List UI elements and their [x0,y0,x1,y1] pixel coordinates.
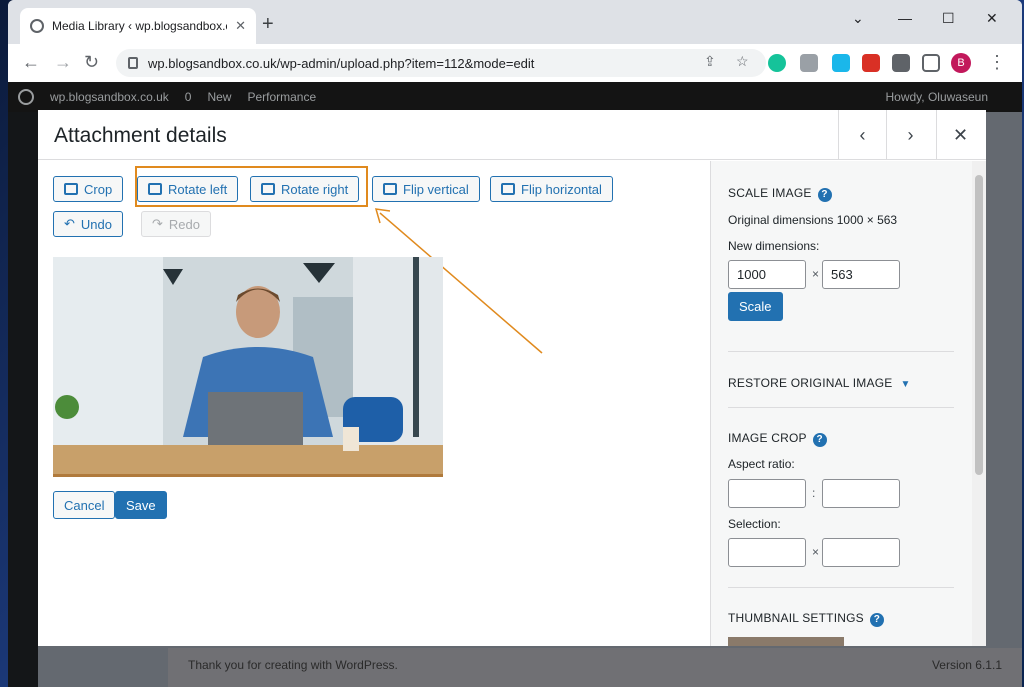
reload-icon[interactable]: ↻ [84,52,99,73]
help-icon[interactable]: ? [869,613,884,627]
office-photo [53,257,443,474]
close-button[interactable]: ✕ [936,110,984,160]
chevron-right-icon: › [907,124,914,145]
scrollbar[interactable] [972,161,986,646]
chevron-left-icon: ‹ [859,124,866,145]
admin-footer: Thank you for creating with WordPress. V… [168,648,1022,687]
thumbnail-preview [728,637,844,646]
divider [728,351,954,352]
globe-icon [30,19,44,33]
maximize-icon[interactable]: ☐ [942,10,955,27]
wp-admin-page: wp.blogsandbox.co.uk 0 New Performance H… [8,82,1022,687]
browser-tab[interactable]: Media Library ‹ wp.blogsandbox.co.uk ✕ [20,8,256,44]
divider [728,587,954,588]
save-label: Save [126,497,156,513]
selection-separator: × [812,545,820,559]
admin-bar-comments[interactable]: 0 [185,90,192,104]
vimeo-extension-icon[interactable] [832,54,850,72]
wordpress-logo-icon[interactable] [18,89,34,105]
restore-original-title: RESTORE ORIGINAL IMAGE [728,376,893,390]
forward-icon[interactable]: → [54,52,72,73]
aspect-separator: : [812,486,816,500]
puzzle-icon[interactable] [892,54,910,72]
modal-title: Attachment details [54,124,227,147]
back-icon[interactable]: ← [22,52,40,73]
admin-bar-new[interactable]: New [207,90,231,104]
divider [728,407,954,408]
minimize-icon[interactable]: — [898,10,912,26]
shield-extension-icon[interactable] [800,54,818,72]
url-text: wp.blogsandbox.co.uk/wp-admin/upload.php… [148,55,535,71]
share-icon[interactable]: ⇪ [704,53,716,70]
browser-window: Media Library ‹ wp.blogsandbox.co.uk ✕ +… [8,0,1022,687]
image-editor: Crop Rotate left Rotate right Flip verti… [38,161,710,646]
original-dimensions: Original dimensions 1000 × 563 [728,213,898,227]
side-panel-icon[interactable] [922,54,940,72]
lock-icon [128,57,138,69]
selection-width-input[interactable] [728,538,806,567]
thumbnail-settings-heading: THUMBNAIL SETTINGS? [728,611,884,627]
tab-title: Media Library ‹ wp.blogsandbox.co.uk [52,19,227,33]
scale-height-input[interactable]: 563 [822,260,900,289]
new-dimensions-label: New dimensions: [728,239,820,253]
image-settings-panel: SCALE IMAGE? Original dimensions 1000 × … [710,161,986,646]
admin-bar-howdy[interactable]: Howdy, Oluwaseun [886,90,989,104]
close-icon: ✕ [952,124,969,145]
scale-image-heading: SCALE IMAGE? [728,186,832,202]
save-button[interactable]: Save [115,491,167,519]
aspect-ratio-width-input[interactable] [728,479,806,508]
admin-sidebar [8,112,38,687]
scale-button[interactable]: Scale [728,292,783,321]
scale-width-input[interactable]: 1000 [728,260,806,289]
tab-search-icon[interactable]: ⌄ [852,10,864,27]
menu-kebab-icon[interactable]: ⋮ [988,52,1006,73]
browser-toolbar: ← → ↻ wp.blogsandbox.co.uk/wp-admin/uplo… [8,44,1022,82]
footer-text: Thank you for creating with WordPress. [188,658,398,672]
restore-original-toggle[interactable]: RESTORE ORIGINAL IMAGE ▼ [728,376,911,390]
next-button[interactable]: › [886,110,934,160]
scale-image-title: SCALE IMAGE [728,186,812,200]
extension-icon[interactable] [862,54,880,72]
modal-header: Attachment details ‹ › ✕ [38,110,986,160]
image-crop-heading: IMAGE CROP? [728,431,827,447]
scrollbar-thumb[interactable] [975,175,983,475]
new-tab-icon[interactable]: + [262,14,274,34]
help-icon[interactable]: ? [817,188,832,202]
tab-strip: Media Library ‹ wp.blogsandbox.co.uk ✕ +… [8,0,1022,44]
window-close-icon[interactable]: ✕ [986,10,998,27]
image-crop-title: IMAGE CROP [728,431,807,445]
scale-separator: × [812,267,820,281]
caret-down-icon: ▼ [900,379,911,390]
scale-label: Scale [739,299,772,314]
attachment-modal: Attachment details ‹ › ✕ Crop Rotate lef… [38,110,986,646]
grammarly-icon[interactable] [768,54,786,72]
help-icon[interactable]: ? [812,433,827,447]
tab-close-icon[interactable]: ✕ [235,18,246,34]
address-bar[interactable]: wp.blogsandbox.co.uk/wp-admin/upload.php… [116,49,766,77]
thumbnail-settings-title: THUMBNAIL SETTINGS [728,611,864,625]
admin-bar: wp.blogsandbox.co.uk 0 New Performance H… [8,82,1022,112]
bookmark-star-icon[interactable]: ☆ [736,53,749,70]
cancel-label: Cancel [64,497,105,513]
selection-height-input[interactable] [822,538,900,567]
admin-bar-site[interactable]: wp.blogsandbox.co.uk [50,90,169,104]
selection-label: Selection: [728,517,781,531]
aspect-ratio-label: Aspect ratio: [728,457,795,471]
previous-button[interactable]: ‹ [838,110,886,160]
image-preview [53,257,443,477]
admin-bar-performance[interactable]: Performance [247,90,316,104]
profile-avatar[interactable]: B [951,53,971,73]
cancel-button[interactable]: Cancel [53,491,116,519]
footer-version: Version 6.1.1 [931,658,1002,672]
aspect-ratio-height-input[interactable] [822,479,900,508]
